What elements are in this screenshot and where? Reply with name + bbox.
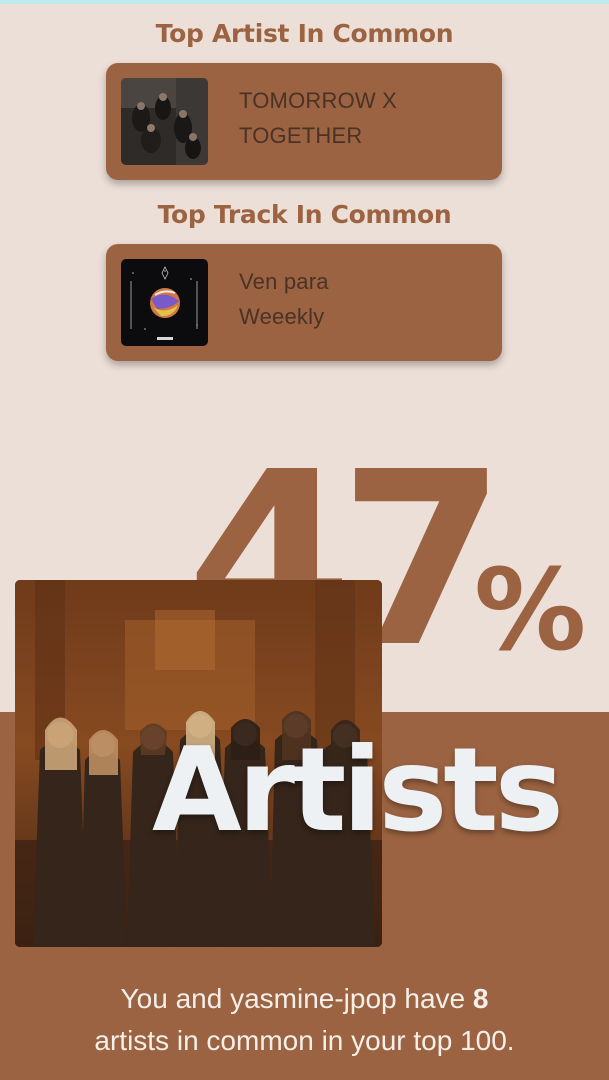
summary-text-before: You and yasmine-jpop have	[120, 983, 473, 1014]
common-artists-summary: You and yasmine-jpop have 8 artists in c…	[0, 978, 609, 1062]
match-category-label: Artists	[152, 723, 564, 858]
top-status-strip	[0, 0, 609, 4]
summary-line-2: artists in common in your top 100.	[94, 1025, 515, 1056]
track-title: Ven para	[239, 269, 329, 294]
top-artist-heading: Top Artist In Common	[155, 19, 454, 48]
artist-photo	[121, 78, 208, 165]
percent-sign: %	[474, 546, 587, 676]
artist-name-line-1: TOMORROW X	[239, 88, 398, 113]
top-track-heading: Top Track In Common	[157, 200, 452, 229]
top-track-card[interactable]: Ven para Weeekly	[106, 244, 502, 361]
common-artist-count: 8	[472, 983, 489, 1014]
artist-name-line-2: TOGETHER	[239, 123, 363, 148]
top-artist-card[interactable]: TOMORROW X TOGETHER	[106, 63, 502, 180]
summary-line-1: You and yasmine-jpop have 8	[0, 978, 609, 1020]
track-artist: Weeekly	[239, 304, 325, 329]
album-cover-image	[121, 259, 208, 346]
